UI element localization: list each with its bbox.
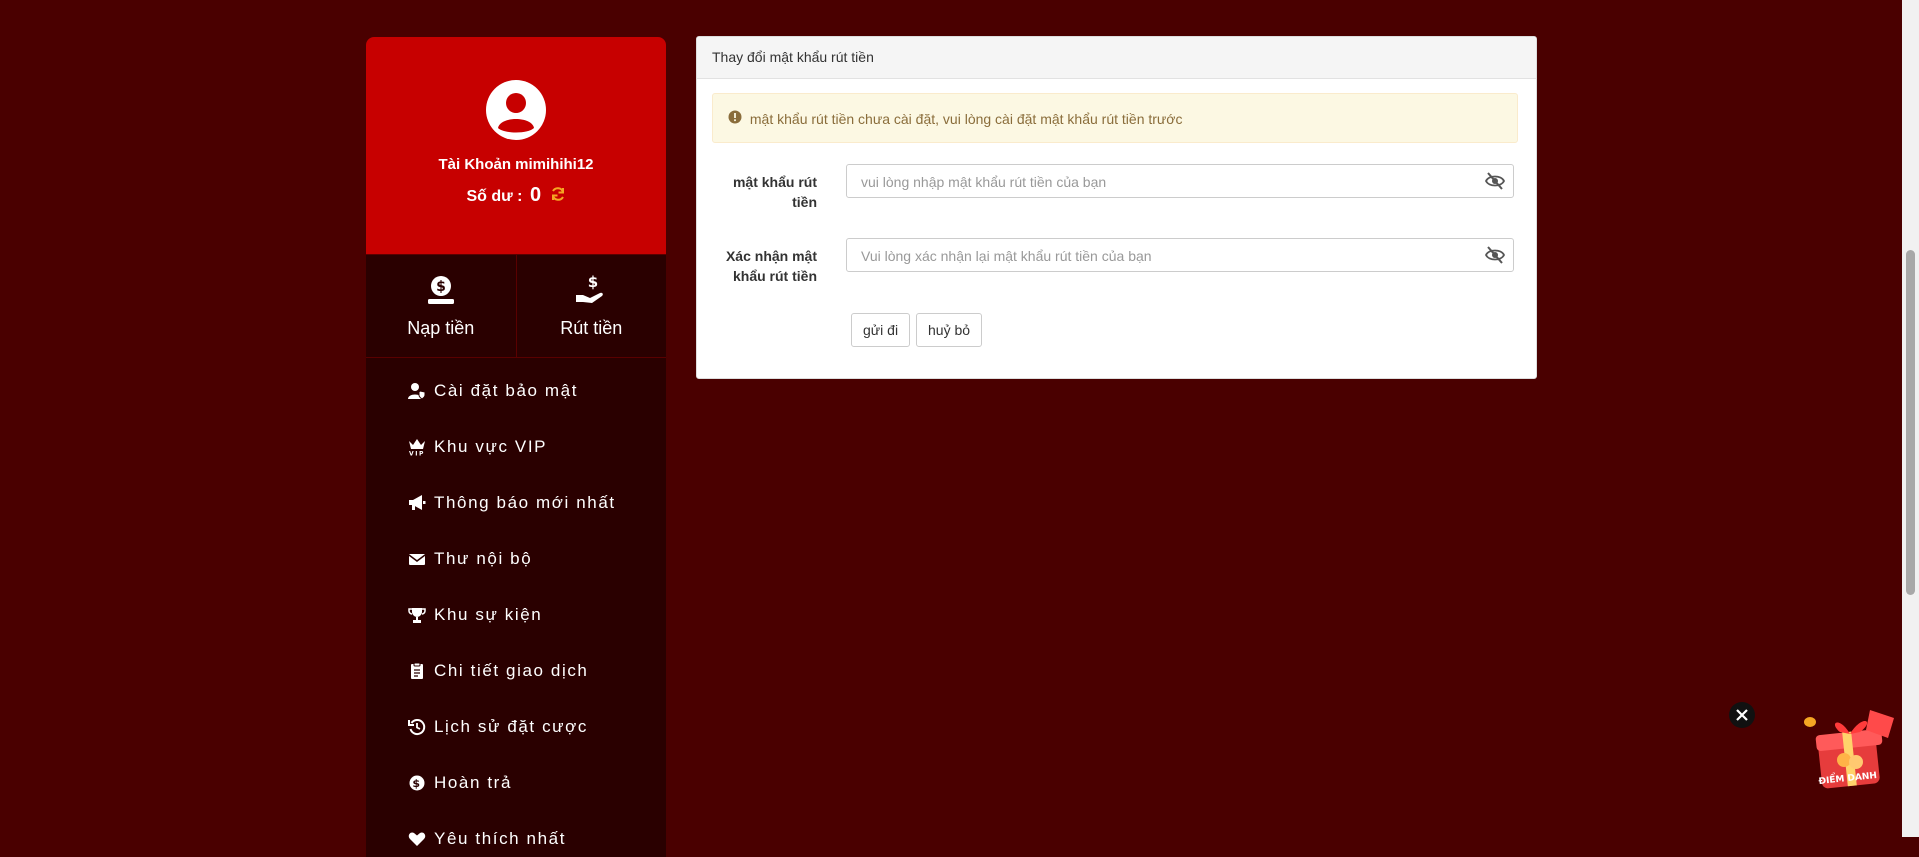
close-icon[interactable] — [1729, 702, 1755, 728]
refresh-icon[interactable] — [550, 186, 566, 207]
account-sidebar: Tài Khoản mimihihi12 Số dư : 0 $ Nạp tiề… — [366, 37, 666, 857]
menu-label: Khu vực VIP — [434, 437, 548, 456]
svg-text:$: $ — [412, 777, 421, 790]
confirm-withdraw-password-input[interactable] — [859, 240, 1463, 272]
eye-slash-icon[interactable] — [1484, 246, 1506, 269]
withdraw-password-card: Thay đổi mật khẩu rút tiền mật khẩu rút … — [696, 36, 1537, 379]
warning-alert: mật khẩu rút tiền chưa cài đặt, vui lòng… — [712, 93, 1518, 143]
withdraw-label: Rút tiền — [560, 318, 623, 338]
confirm-password-label: Xác nhận mật khẩu rút tiền — [725, 248, 817, 284]
menu-label: Cài đặt bảo mật — [434, 381, 579, 400]
svg-text:$: $ — [436, 279, 446, 295]
menu-label: Chi tiết giao dịch — [434, 661, 589, 680]
crown-vip-icon: VIP — [408, 438, 426, 456]
gift-box-icon: ĐIỂM DANH — [1804, 710, 1894, 789]
menu-events[interactable]: Khu sự kiện — [366, 587, 666, 643]
alert-text: mật khẩu rút tiền chưa cài đặt, vui lòng… — [749, 111, 1183, 127]
account-menu: Cài đặt bảo mật VIP Khu vực VIP Thông bá… — [366, 358, 666, 857]
checkin-gift-widget[interactable]: ĐIỂM DANH — [1800, 704, 1904, 801]
clipboard-icon — [408, 662, 426, 680]
menu-label: Hoàn trả — [434, 773, 513, 792]
card-title: Thay đổi mật khẩu rút tiền — [697, 37, 1536, 79]
menu-label: Yêu thích nhất — [434, 829, 567, 848]
eye-slash-icon[interactable] — [1484, 172, 1506, 195]
envelope-icon — [408, 550, 426, 568]
balance-label: Số dư : — [466, 188, 523, 205]
menu-latest-notices[interactable]: Thông báo mới nhất — [366, 475, 666, 531]
balance-value: 0 — [529, 184, 542, 206]
withdraw-password-input[interactable] — [859, 166, 1463, 198]
menu-bet-history[interactable]: Lịch sử đặt cược — [366, 699, 666, 755]
trophy-icon — [408, 606, 426, 624]
deposit-icon: $ — [425, 273, 457, 310]
user-shield-icon — [408, 382, 426, 400]
menu-security-settings[interactable]: Cài đặt bảo mật — [366, 363, 666, 419]
quick-actions: $ Nạp tiền $ Rút tiền — [366, 255, 666, 358]
dollar-circle-icon: $ — [408, 774, 426, 792]
balance-row: Số dư : 0 — [366, 184, 666, 207]
heart-icon — [408, 830, 426, 848]
svg-text:$: $ — [588, 273, 598, 291]
menu-favorites[interactable]: Yêu thích nhất — [366, 811, 666, 857]
megaphone-icon — [408, 494, 426, 512]
withdraw-icon: $ — [574, 273, 608, 310]
menu-vip-area[interactable]: VIP Khu vực VIP — [366, 419, 666, 475]
page-scrollbar[interactable] — [1902, 0, 1919, 837]
svg-text:VIP: VIP — [409, 451, 425, 457]
account-name: Tài Khoản mimihihi12 — [438, 156, 594, 173]
menu-transaction-details[interactable]: Chi tiết giao dịch — [366, 643, 666, 699]
scrollbar-thumb[interactable] — [1906, 250, 1915, 595]
menu-rebate[interactable]: $ Hoàn trả — [366, 755, 666, 811]
confirm-password-input-group — [846, 238, 1514, 272]
deposit-button[interactable]: $ Nạp tiền — [366, 255, 516, 357]
menu-label: Thông báo mới nhất — [434, 493, 616, 512]
avatar-icon — [486, 80, 546, 140]
menu-label: Thư nội bộ — [434, 549, 533, 568]
deposit-label: Nạp tiền — [407, 318, 475, 338]
exclamation-circle-icon — [728, 94, 742, 144]
menu-label: Khu sự kiện — [434, 605, 543, 624]
profile-panel: Tài Khoản mimihihi12 Số dư : 0 — [366, 37, 666, 255]
history-icon — [408, 718, 426, 736]
password-input-group — [846, 164, 1514, 198]
withdraw-button[interactable]: $ Rút tiền — [515, 255, 667, 357]
menu-label: Lịch sử đặt cược — [434, 717, 588, 736]
menu-internal-mail[interactable]: Thư nội bộ — [366, 531, 666, 587]
submit-button[interactable]: gửi đi — [851, 313, 911, 347]
password-label: mật khẩu rút tiền — [732, 174, 817, 210]
cancel-button[interactable]: huỷ bỏ — [916, 313, 983, 347]
